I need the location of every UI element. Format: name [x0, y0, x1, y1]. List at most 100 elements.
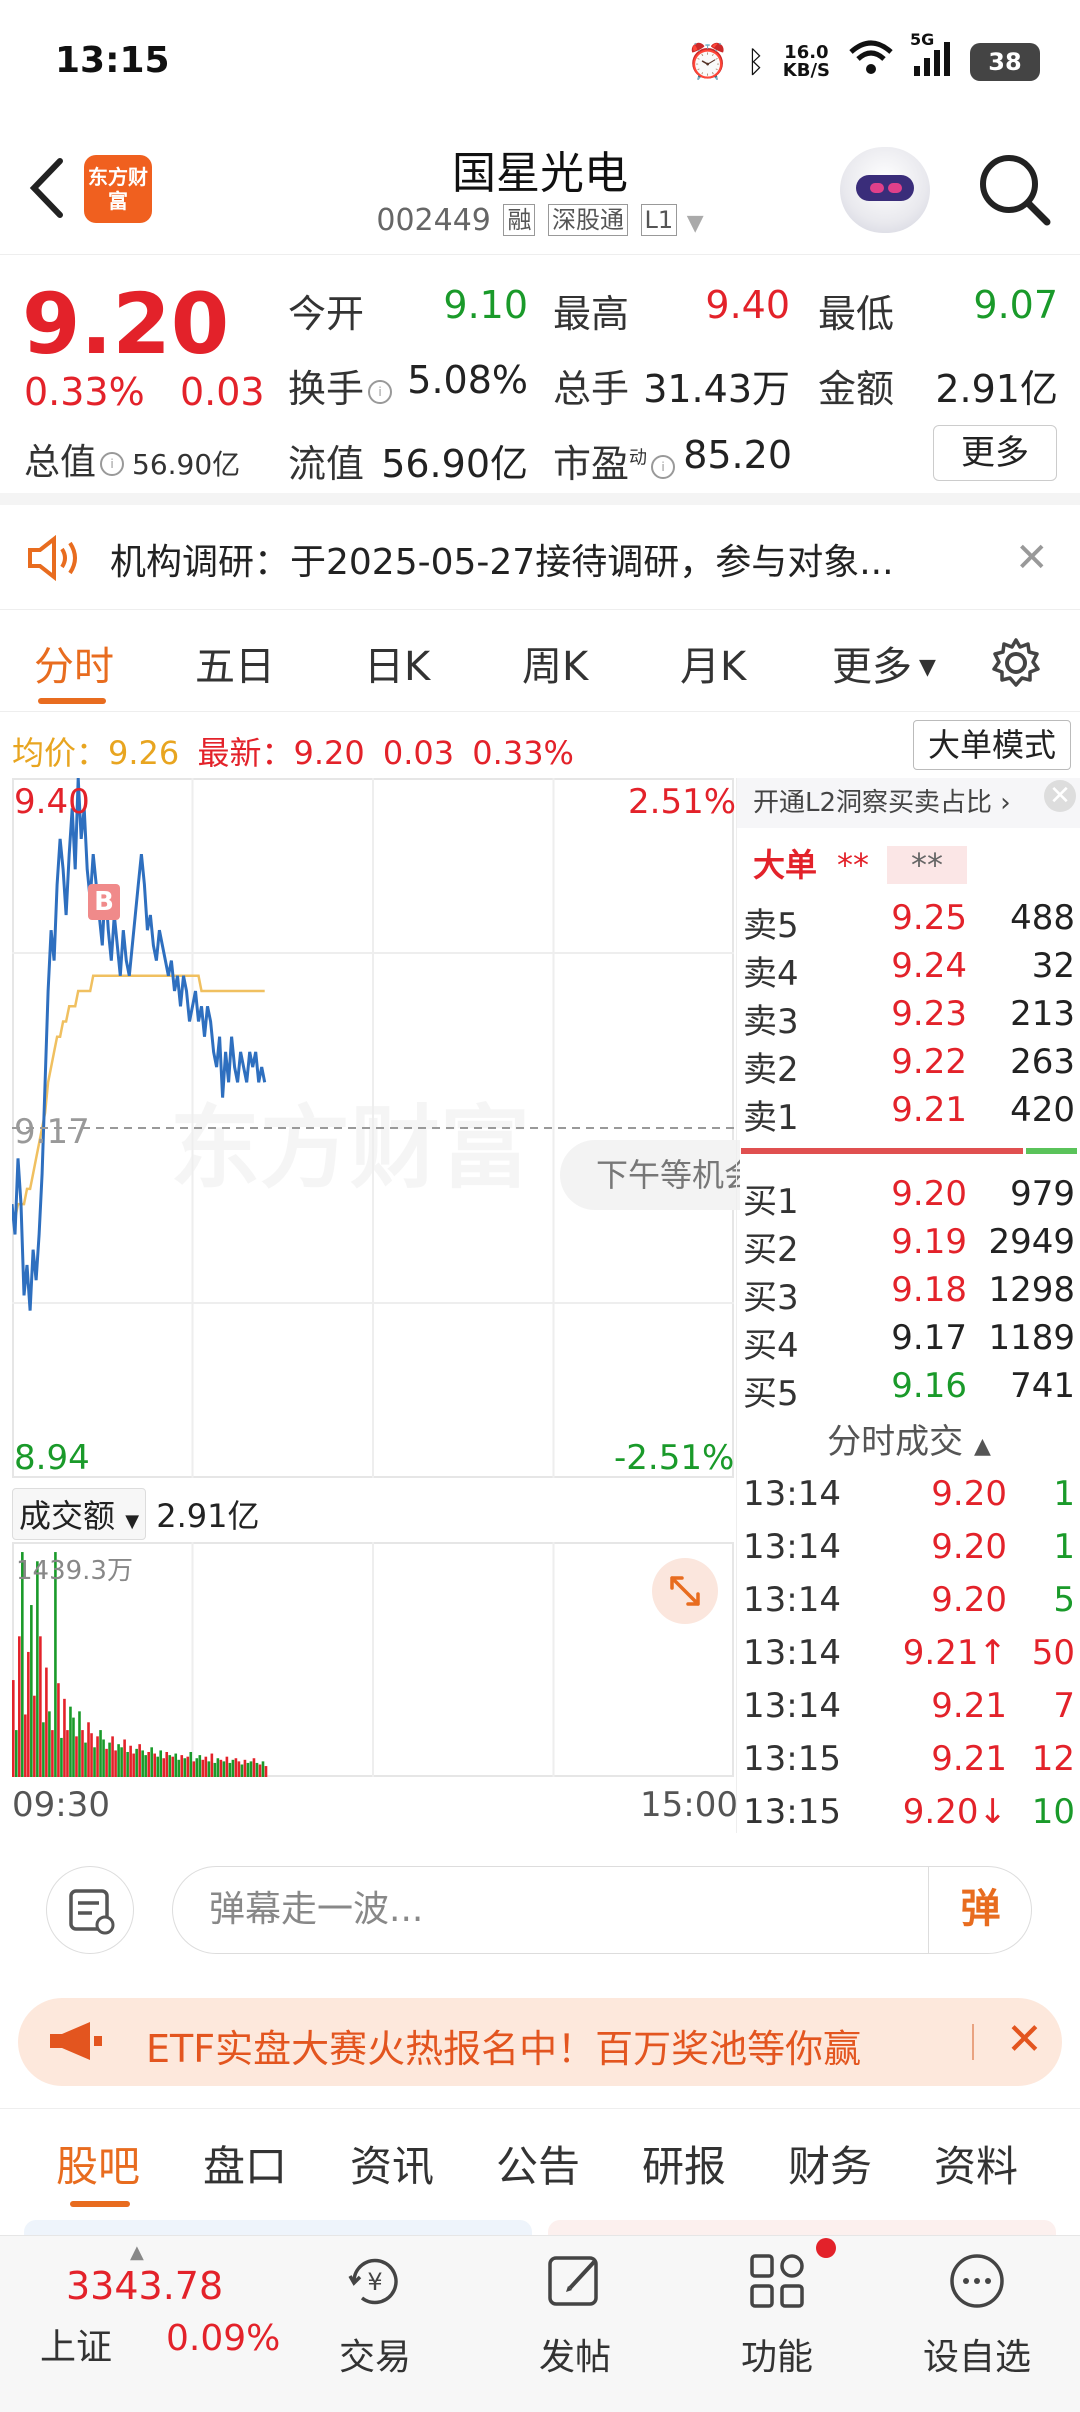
tab-profile[interactable]: 资料: [934, 2133, 1018, 2194]
danmu-settings-button[interactable]: [46, 1866, 134, 1954]
open-value: 9.10: [443, 283, 528, 327]
intraday-price-chart[interactable]: [12, 778, 734, 1478]
bid-row[interactable]: 买2 9.19 2949: [737, 1222, 1080, 1270]
tab-monthly-k[interactable]: 月K: [680, 634, 746, 692]
level-volume: 979: [1010, 1174, 1075, 1214]
ask-row[interactable]: 卖5 9.25 488: [737, 898, 1080, 946]
level-price: 9.21: [891, 1090, 967, 1130]
volume-bar: [192, 1761, 196, 1777]
ask-row[interactable]: 卖4 9.24 32: [737, 946, 1080, 994]
svg-text:¥: ¥: [367, 2268, 382, 2296]
volume-header: 成交额 ▼ 2.91亿: [12, 1488, 259, 1540]
tab-financials[interactable]: 财务: [788, 2133, 872, 2194]
bid-ask-ratio-bar: [741, 1148, 1077, 1154]
expand-chart-button[interactable]: [652, 1558, 718, 1624]
volume-bar: [57, 1683, 60, 1777]
volume-bar: [222, 1761, 226, 1777]
tick-row: 13:15 9.21 12: [743, 1739, 1075, 1779]
compose-icon: [548, 2256, 598, 2306]
big-order-mode-button[interactable]: 大单模式: [913, 720, 1071, 770]
price-line: [12, 778, 267, 1311]
danmu-send-button[interactable]: 弹: [928, 1866, 1032, 1954]
level-label: 买4: [743, 1326, 799, 1366]
l2-promo[interactable]: 开通L2洞察买卖占比 ›: [737, 778, 1080, 828]
volume-bar: [162, 1758, 166, 1777]
volume-bar: [33, 1695, 36, 1777]
close-icon[interactable]: ✕: [1006, 2014, 1043, 2065]
volume-selector[interactable]: 成交额 ▼: [12, 1488, 147, 1540]
volume-bar: [240, 1764, 244, 1777]
more-button[interactable]: 更多: [933, 425, 1057, 481]
volume-bar: [174, 1753, 178, 1777]
level-price: 9.22: [891, 1042, 967, 1082]
volume-bar: [90, 1733, 93, 1777]
danmu-input[interactable]: 弹幕走一波...: [172, 1866, 1032, 1954]
volume-bar: [198, 1755, 202, 1777]
buy-marker[interactable]: B: [88, 884, 120, 920]
ask-row[interactable]: 卖2 9.22 263: [737, 1042, 1080, 1090]
search-icon[interactable]: [975, 150, 1055, 230]
stock-header: 东方财富 国星光电 002449 融 深股通 L1 ▼: [0, 125, 1080, 255]
tab-daily-k[interactable]: 日K: [364, 634, 430, 692]
trade-icon: ¥: [348, 2258, 398, 2305]
ask-row[interactable]: 卖3 9.23 213: [737, 994, 1080, 1042]
volume-bar: [27, 1651, 30, 1777]
gear-icon[interactable]: [990, 637, 1042, 689]
level-volume: 741: [1010, 1366, 1075, 1406]
active-tab-indicator: [38, 698, 106, 704]
volume-bar: [84, 1742, 87, 1777]
volume-bar: [18, 1636, 21, 1777]
promo-banner[interactable]: ETF实盘大赛火热报名中！百万奖池等你赢 ✕: [18, 1998, 1062, 2086]
bid-row[interactable]: 买5 9.16 741: [737, 1366, 1080, 1414]
close-icon[interactable]: ✕: [1044, 780, 1076, 812]
amount-label: 金额: [818, 367, 895, 411]
bid-row[interactable]: 买3 9.18 1298: [737, 1270, 1080, 1318]
volume-bar: [144, 1755, 147, 1777]
bid-row[interactable]: 买4 9.17 1189: [737, 1318, 1080, 1366]
nav-functions[interactable]: 功能: [712, 2250, 842, 2380]
danmu-settings-icon: [69, 1889, 115, 1935]
info-icon: i: [651, 455, 676, 479]
ask-row[interactable]: 卖1 9.21 420: [737, 1090, 1080, 1138]
turnover-label: 换手 i: [288, 358, 393, 413]
connect-tag: 深股通: [547, 204, 628, 236]
tab-orderbook[interactable]: 盘口: [203, 2133, 287, 2194]
pe-value: 85.20: [683, 433, 792, 477]
tab-five-day[interactable]: 五日: [195, 634, 275, 692]
tick-row: 13:14 9.20 1: [743, 1474, 1075, 1514]
level-label: 买2: [743, 1230, 799, 1270]
volume-bar: [114, 1750, 117, 1777]
volume-bar: [120, 1747, 123, 1777]
bid-row[interactable]: 买1 9.20 979: [737, 1174, 1080, 1222]
volume-bar: [228, 1762, 232, 1777]
total-market-value: 总值 i 56.90亿: [24, 442, 241, 483]
danmu-bar: 弹幕走一波... 弹: [0, 1838, 1080, 1978]
volume-bar: [72, 1717, 75, 1777]
volume-bar: [183, 1758, 187, 1777]
tab-intraday[interactable]: 分时: [34, 634, 114, 692]
volume-bar: [249, 1761, 253, 1777]
volume-bar: [210, 1753, 214, 1777]
close-icon[interactable]: ✕: [1015, 535, 1049, 581]
tab-weekly-k[interactable]: 周K: [522, 634, 588, 692]
nav-add-watchlist[interactable]: 设自选: [912, 2250, 1042, 2380]
volume-bar: [258, 1764, 262, 1777]
volume-bar: [264, 1766, 268, 1777]
intraday-summary: 均价：9.26 最新：9.20 0.03 0.33%: [12, 734, 574, 772]
level-price: 9.18: [891, 1270, 967, 1310]
volume-bar: [156, 1756, 159, 1777]
nav-trade[interactable]: ¥ 交易: [310, 2250, 440, 2380]
tab-news[interactable]: 资讯: [350, 2133, 434, 2194]
chart-grid: [12, 778, 734, 1478]
notice-bar[interactable]: 机构调研：于2025-05-27接待调研，参与对象... ✕: [0, 505, 1080, 610]
tab-announcements[interactable]: 公告: [496, 2133, 580, 2194]
tick-trades-header[interactable]: 分时成交 ▲: [737, 1414, 1080, 1463]
tab-guba[interactable]: 股吧: [56, 2133, 140, 2194]
battery-icon: 38: [970, 43, 1040, 81]
promo-text: ETF实盘大赛火热报名中！百万奖池等你赢: [146, 2027, 862, 2071]
afternoon-tip[interactable]: 下午等机会: [560, 1140, 740, 1210]
assistant-robot-icon[interactable]: [840, 147, 930, 233]
nav-post[interactable]: 发帖: [510, 2250, 640, 2380]
tab-more[interactable]: 更多 ▼: [832, 634, 936, 692]
tab-research[interactable]: 研报: [642, 2133, 726, 2194]
